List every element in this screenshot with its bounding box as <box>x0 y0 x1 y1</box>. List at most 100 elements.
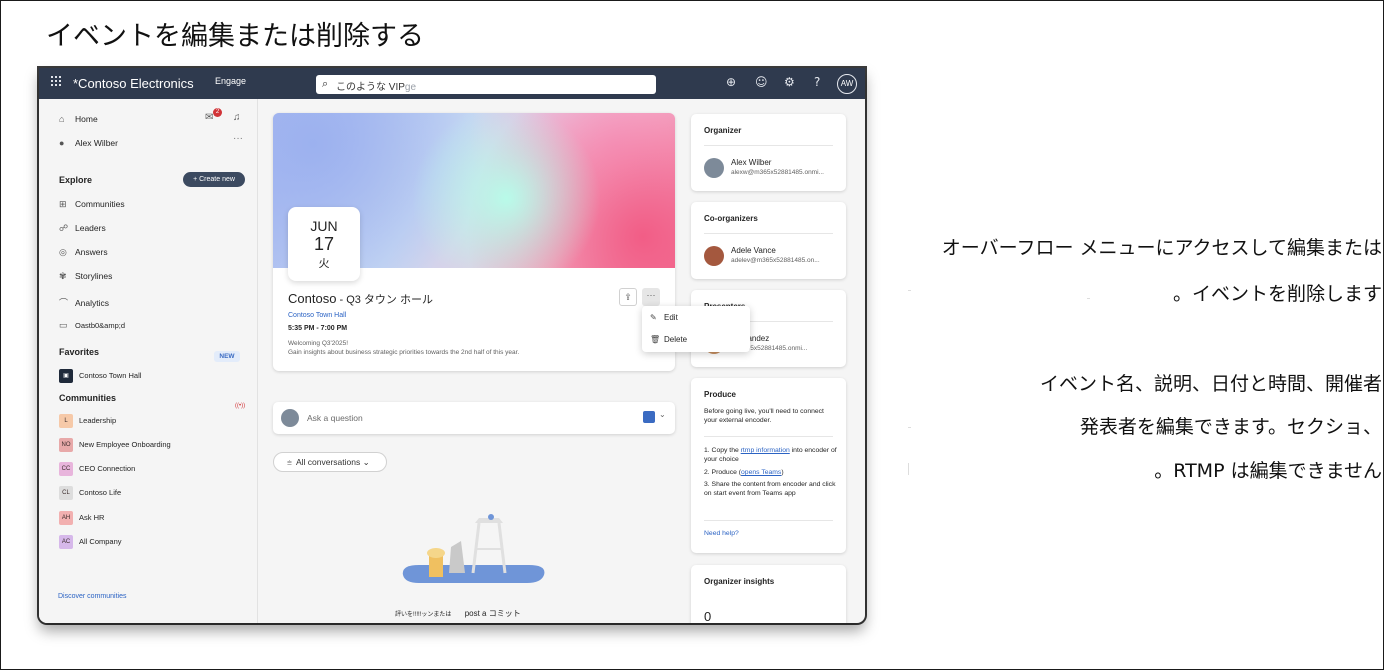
ask-question-placeholder: Ask a question <box>307 413 363 423</box>
produce-heading: Produce <box>704 390 737 399</box>
favorites-heading: Favorites <box>59 347 100 357</box>
gear-icon[interactable]: ⚙ <box>784 75 795 89</box>
ask-question-box[interactable]: Ask a question ⌄ <box>273 402 675 434</box>
pencil-icon: ✎ <box>650 313 657 322</box>
nav-item-communities[interactable]: ⊞ Communities <box>59 199 125 210</box>
annotation-line: 発表者を編集できます。セクショ、 <box>1079 416 1382 438</box>
community-item[interactable]: CL Contoso Life <box>59 486 121 500</box>
produce-step-2: 2. Produce (opens Teams) <box>704 469 784 476</box>
town-hall-icon: ▣ <box>59 369 73 383</box>
community-item[interactable]: CC CEO Connection <box>59 462 135 476</box>
share-button[interactable]: ⇪ <box>619 288 637 306</box>
produce-step-3: 3. Share the content from encoder and cl… <box>704 481 836 497</box>
open-teams-link[interactable]: opens Teams <box>741 469 781 476</box>
organizer-email: alexw@m365x52881485.onmi... <box>731 169 824 176</box>
search-input[interactable]: ⌕ このような VIPge <box>316 75 656 94</box>
rtmp-info-link[interactable]: rtmp information <box>741 447 790 454</box>
search-value: このような VIP <box>336 82 405 93</box>
nav-item-analytics[interactable]: ⌒ Analytics <box>59 296 109 309</box>
question-type-icon[interactable] <box>643 411 655 423</box>
box-icon: ▭ <box>59 320 68 330</box>
coorganizer-name[interactable]: Adele Vance <box>731 246 776 255</box>
home-icon: ⌂ <box>59 114 65 124</box>
bell-icon[interactable]: ♫ <box>233 112 241 123</box>
community-item[interactable]: NO New Employee Onboarding <box>59 438 171 452</box>
overflow-menu-button[interactable]: ··· <box>642 288 660 306</box>
empty-state-illustration <box>402 514 545 583</box>
create-new-button[interactable]: + Create new <box>183 172 245 187</box>
event-month: JUN <box>310 218 338 234</box>
app-name[interactable]: *Contoso Electronics <box>73 76 194 91</box>
engage-label: Engage <box>215 76 247 86</box>
user-avatar-icon: ● <box>59 138 65 148</box>
produce-intro: Before going live, you'll need to connec… <box>704 408 824 424</box>
community-item[interactable]: AC All Company <box>59 535 122 549</box>
insights-heading: Organizer insights <box>704 577 775 586</box>
communities-heading: Communities <box>59 393 117 403</box>
event-description: Welcoming Q3'2025! Gain insights about b… <box>288 340 520 356</box>
answers-icon: ◎ <box>59 247 67 257</box>
chevron-down-icon[interactable]: ⌄ <box>659 410 666 419</box>
coorganizer-avatar <box>704 246 724 266</box>
coorganizers-card: Co-organizers Adele Vance adelev@m365x52… <box>691 202 846 279</box>
empty-state-text: 評いを!!!!!ッンまたは post a コミット <box>395 609 521 618</box>
communities-icon: ⊞ <box>59 199 67 209</box>
live-icon: ((•)) <box>235 403 246 409</box>
community-item[interactable]: L Leadership <box>59 414 116 428</box>
need-help-link[interactable]: Need help? <box>704 530 739 537</box>
community-item[interactable]: AH Ask HR <box>59 511 104 525</box>
nav-user[interactable]: ● Alex Wilber <box>59 138 118 148</box>
insights-value: 0 <box>704 609 712 623</box>
event-weekday: 火 <box>318 258 330 270</box>
share-icon: ⇪ <box>624 292 632 302</box>
explore-heading: Explore <box>59 175 93 185</box>
event-date-box: JUN 17 火 <box>288 207 360 281</box>
annotation-line: イベント名、説明、日付と時間、開催者 <box>1039 373 1382 395</box>
search-ghost-text: ge <box>404 82 417 93</box>
avatar[interactable]: AW <box>837 74 857 94</box>
nav-item-leaders[interactable]: ☍ Leaders <box>59 223 106 234</box>
organizer-card: Organizer Alex Wilber alexw@m365x5288148… <box>691 114 846 191</box>
smiley-icon[interactable]: ☺ <box>755 75 768 89</box>
menu-item-delete[interactable]: 🗑 Delete <box>650 335 687 344</box>
page-title: イベントを編集または削除する <box>46 21 424 52</box>
coorganizer-email: adelev@m365x52881485.on... <box>731 257 820 264</box>
event-community-link[interactable]: Contoso Town Hall <box>288 312 346 319</box>
artifact <box>908 290 911 291</box>
top-bar: *Contoso Electronics Engage ⌕ このような VIPg… <box>39 68 865 99</box>
artifact <box>908 463 909 475</box>
help-icon[interactable]: ? <box>814 75 820 89</box>
nav-item-storylines[interactable]: ✾ Storylines <box>59 271 112 282</box>
trash-icon: 🗑 <box>650 335 661 344</box>
artifact <box>1087 298 1090 299</box>
divider <box>704 145 833 146</box>
event-title: Contoso - Q3 タウン ホール <box>288 291 433 306</box>
annotation-line: 。RTMP は編集できません <box>1154 460 1382 482</box>
overflow-menu: ✎ Edit 🗑 Delete <box>642 306 750 352</box>
filter-icon: ⩧ <box>287 457 292 467</box>
divider <box>704 520 833 521</box>
artifact <box>908 427 911 428</box>
more-options-icon[interactable]: ··· <box>233 133 243 144</box>
search-icon: ⌕ <box>322 78 329 90</box>
discover-communities-link[interactable]: Discover communities <box>58 593 126 600</box>
event-time: 5:35 PM - 7:00 PM <box>288 325 348 332</box>
conversation-filter[interactable]: ⩧ All conversations ⌄ <box>273 452 387 472</box>
nav-home[interactable]: ⌂ Home <box>59 114 98 124</box>
app-window: *Contoso Electronics Engage ⌕ このような VIPg… <box>39 68 865 623</box>
menu-item-edit[interactable]: ✎ Edit <box>650 313 678 322</box>
organizer-name[interactable]: Alex Wilber <box>731 158 771 167</box>
favorite-item[interactable]: ▣ Contoso Town Hall <box>59 369 141 383</box>
notification-badge: 2 <box>213 108 222 117</box>
divider <box>704 436 833 437</box>
organizer-avatar <box>704 158 724 178</box>
nav-item-extra[interactable]: ▭ Oastb0&amp;d <box>59 320 125 331</box>
produce-card: Produce Before going live, you'll need t… <box>691 378 846 553</box>
organizer-insights-card: Organizer insights 0 <box>691 565 846 623</box>
new-badge: NEW <box>214 351 240 362</box>
annotation-line: 。イベントを削除します <box>1172 283 1382 305</box>
globe-icon[interactable]: ⊕ <box>726 75 736 89</box>
waffle-icon[interactable] <box>51 76 63 88</box>
inbox-icon[interactable]: ✉ <box>205 112 213 123</box>
nav-item-answers[interactable]: ◎ Answers <box>59 247 108 258</box>
